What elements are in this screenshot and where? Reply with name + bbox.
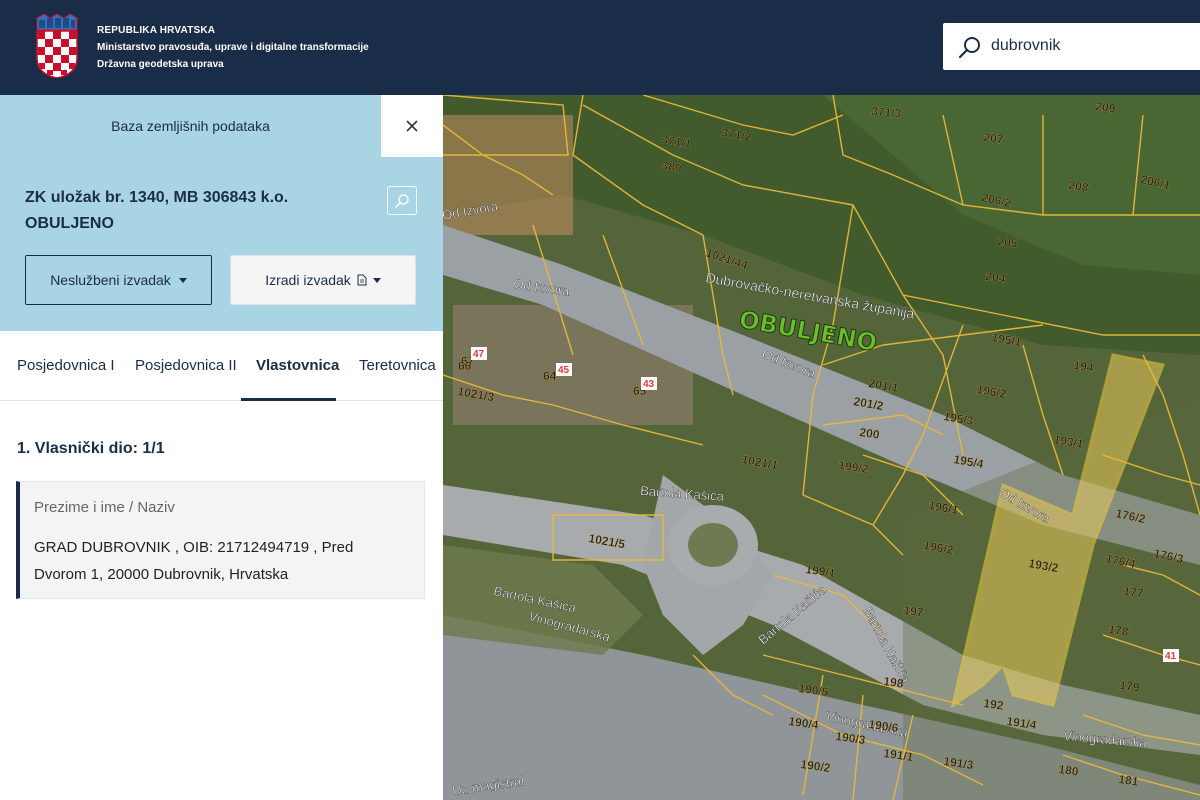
svg-text:192: 192 — [983, 696, 1005, 713]
create-extract-button[interactable]: Izradi izvadak — [230, 255, 416, 305]
zoom-to-parcel-button[interactable] — [387, 186, 417, 215]
search-icon[interactable] — [958, 35, 982, 59]
site-header: REPUBLIKA HRVATSKA Ministarstvo pravosuđ… — [0, 0, 1200, 95]
svg-text:41: 41 — [1165, 651, 1177, 662]
svg-text:194: 194 — [1073, 358, 1095, 375]
country-name: REPUBLIKA HRVATSKA — [97, 25, 216, 36]
svg-text:64: 64 — [543, 369, 557, 383]
tab-posjedovnica-2[interactable]: Posjedovnica II — [135, 357, 237, 374]
caret-down-icon — [372, 277, 381, 283]
svg-text:181: 181 — [1118, 772, 1140, 789]
svg-text:371/3: 371/3 — [871, 104, 902, 121]
tab-vlastovnica[interactable]: Vlastovnica — [256, 357, 339, 374]
svg-text:47: 47 — [473, 349, 485, 360]
caret-down-icon — [178, 277, 187, 283]
svg-text:180: 180 — [1058, 762, 1080, 779]
svg-text:208: 208 — [1068, 178, 1090, 195]
search-box[interactable] — [943, 23, 1200, 70]
svg-text:205: 205 — [997, 234, 1019, 251]
create-extract-label: Izradi izvadak — [265, 272, 351, 288]
record-title: ZK uložak br. 1340, MB 306843 k.o. OBULJ… — [25, 189, 289, 232]
svg-text:45: 45 — [558, 365, 570, 376]
active-tab-indicator — [241, 398, 336, 401]
document-icon — [357, 274, 367, 286]
unofficial-extract-button[interactable]: Neslužbeni izvadak — [25, 255, 212, 305]
record-tabs: Posjedovnica I Posjedovnica II Vlastovni… — [0, 331, 443, 401]
croatian-coat-of-arms-icon[interactable] — [35, 13, 79, 79]
info-panel: Baza zemljišnih podataka ZK uložak br. 1… — [0, 95, 443, 800]
search-icon[interactable] — [394, 193, 410, 209]
svg-text:209: 209 — [1095, 99, 1117, 116]
svg-text:177: 177 — [1123, 584, 1145, 601]
map-canvas[interactable]: Od Izvora Od Izvora Od Izvora Od Izvora … — [443, 95, 1200, 800]
svg-text:197: 197 — [903, 603, 925, 620]
organization-name[interactable]: REPUBLIKA HRVATSKA Ministarstvo pravosuđ… — [97, 22, 369, 73]
svg-text:204: 204 — [985, 269, 1007, 286]
unofficial-extract-label: Neslužbeni izvadak — [50, 272, 171, 288]
svg-text:200: 200 — [859, 425, 881, 442]
owner-label: Prezime i ime / Naziv — [34, 499, 175, 516]
owner-value: GRAD DUBROVNIK , OIB: 21712494719 , Pred… — [34, 539, 354, 583]
tab-teretovnica[interactable]: Teretovnica — [359, 357, 436, 374]
svg-text:43: 43 — [643, 379, 655, 390]
svg-text:179: 179 — [1119, 678, 1141, 695]
panel-title: Baza zemljišnih podataka — [0, 95, 381, 157]
cadastral-map[interactable]: Od Izvora Od Izvora Od Izvora Od Izvora … — [443, 95, 1200, 800]
svg-text:178: 178 — [1108, 622, 1130, 639]
ministry-name: Ministarstvo pravosuđa, uprave i digital… — [97, 42, 369, 53]
agency-name: Državna geodetska uprava — [97, 59, 224, 70]
close-button[interactable] — [381, 95, 443, 157]
search-input[interactable] — [991, 31, 1191, 61]
tab-posjedovnica-1[interactable]: Posjedovnica I — [17, 357, 115, 374]
svg-text:66: 66 — [458, 359, 472, 373]
record-info: ZK uložak br. 1340, MB 306843 k.o. OBULJ… — [0, 157, 443, 331]
svg-text:207: 207 — [983, 130, 1005, 147]
svg-text:198: 198 — [883, 674, 905, 691]
owner-card: Prezime i ime / Naziv GRAD DUBROVNIK , O… — [16, 481, 425, 599]
close-icon[interactable] — [405, 119, 419, 133]
ownership-section-title: 1. Vlasnički dio: 1/1 — [17, 440, 165, 457]
